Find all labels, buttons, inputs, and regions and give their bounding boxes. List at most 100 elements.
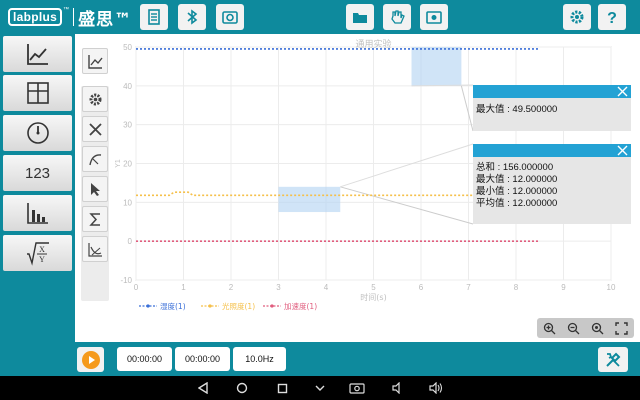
screenshot-icon <box>349 383 365 394</box>
home-icon <box>236 382 248 394</box>
chart-type-icon <box>87 54 103 69</box>
sum-icon <box>88 212 100 226</box>
sidebar-item-gauge[interactable] <box>3 115 72 151</box>
sum-button[interactable] <box>82 206 108 232</box>
selection-region <box>278 186 341 213</box>
back-button[interactable] <box>196 381 210 395</box>
pointer-icon <box>90 182 100 196</box>
start-time-field[interactable]: 00:00:00 <box>117 347 172 371</box>
y-tick-label: 20 <box>123 160 132 169</box>
zoom-out-icon <box>567 322 580 334</box>
y-tick-label: 10 <box>123 198 132 207</box>
max-value-text: 最大值 : 49.500000 <box>476 104 558 115</box>
curve-fit-icon <box>88 153 101 165</box>
chart-panel: 0 1 2 3 4 5 6 7 8 9 10 -10 0 10 20 30 40 50 通用实验 时间(s) Y1 湿度(… <box>75 34 640 342</box>
home-button[interactable] <box>235 381 249 395</box>
sidebar-item-line-chart[interactable] <box>3 36 72 72</box>
help-icon: ? <box>607 10 617 26</box>
tangent-button[interactable] <box>82 236 108 262</box>
hand-icon <box>391 10 405 24</box>
popup-header <box>473 144 631 157</box>
zoom-in-button[interactable] <box>543 322 556 335</box>
open-file-button[interactable] <box>346 4 374 30</box>
logo-text: labplus <box>8 8 63 26</box>
stat-min: 最小值 : 12.000000 <box>476 186 558 197</box>
notes-button[interactable] <box>140 4 168 30</box>
sidebar-item-bar-chart[interactable] <box>3 195 72 231</box>
photo-button[interactable] <box>420 4 448 30</box>
volume-up-button[interactable] <box>429 381 443 395</box>
settings-button[interactable] <box>563 4 591 30</box>
bar-chart-icon <box>26 203 48 224</box>
settings-icon <box>89 93 101 105</box>
sidebar-item-table[interactable] <box>3 75 72 111</box>
x-tick-label: 2 <box>229 283 234 292</box>
help-button[interactable]: ? <box>598 4 626 30</box>
x-tick-label: 9 <box>561 283 566 292</box>
menu-icon <box>315 385 325 391</box>
y-tick-label: 30 <box>123 121 132 130</box>
tools-icon <box>606 352 621 367</box>
formula-icon: XY <box>26 242 49 266</box>
sample-rate-field[interactable]: 10.0Hz <box>233 347 286 371</box>
screenshot-button[interactable] <box>348 381 366 395</box>
logo-tm: ™ <box>63 7 70 13</box>
back-icon <box>198 382 208 394</box>
x-tick-label: 3 <box>276 283 281 292</box>
volume-down-button[interactable] <box>391 381 405 395</box>
bluetooth-button[interactable] <box>178 4 206 30</box>
stat-max: 最大值 : 12.000000 <box>476 174 558 185</box>
volume-down-icon <box>392 382 400 394</box>
fullscreen-button[interactable] <box>615 321 629 335</box>
pointer-button[interactable] <box>82 176 108 202</box>
x-tick-label: 10 <box>607 283 616 292</box>
fullscreen-icon <box>615 321 629 335</box>
x-tick-label: 5 <box>371 283 376 292</box>
x-tick-label: 0 <box>134 283 139 292</box>
menu-button[interactable] <box>313 381 327 395</box>
camera-button[interactable] <box>216 4 244 30</box>
selection-region <box>411 47 462 86</box>
svg-text:Y: Y <box>39 255 45 264</box>
x-tick-label: 1 <box>181 283 186 292</box>
zoom-toolbar <box>537 318 634 338</box>
clear-button[interactable] <box>82 116 108 142</box>
x-tick-label: 8 <box>514 283 519 292</box>
bluetooth-icon <box>187 9 198 25</box>
camera-icon <box>222 11 238 24</box>
top-toolbar: labplus ™ 盛思™ ? <box>0 0 640 34</box>
logo-divider <box>73 8 75 26</box>
system-nav-bar <box>0 376 640 400</box>
folder-icon <box>353 13 367 23</box>
gauge-icon <box>26 122 49 144</box>
zoom-in-icon <box>543 322 556 334</box>
sidebar-item-formula[interactable]: XY <box>3 235 72 271</box>
hand-tool-button[interactable] <box>383 4 411 30</box>
table-icon <box>26 82 49 104</box>
sidebar-item-numeric[interactable]: 123 <box>3 155 72 191</box>
app-logo: labplus ™ 盛思™ <box>8 7 132 30</box>
chart-type-button[interactable] <box>82 48 108 74</box>
stat-sum: 总和 : 156.000000 <box>476 162 554 173</box>
close-icon[interactable] <box>616 85 629 98</box>
record-control-bar: 00:00:00 00:00:00 10.0Hz <box>0 342 640 376</box>
max-value-popup: 最大值 : 49.500000 <box>473 85 631 131</box>
legend-marker <box>270 304 274 308</box>
curve-fit-button[interactable] <box>82 146 108 172</box>
zoom-reset-button[interactable] <box>591 322 604 335</box>
close-icon[interactable] <box>616 144 629 157</box>
numeric-label: 123 <box>24 164 51 182</box>
play-button[interactable] <box>77 347 104 372</box>
gear-icon <box>570 10 584 24</box>
clear-icon <box>88 122 102 136</box>
x-tick-label: 6 <box>419 283 424 292</box>
recents-button[interactable] <box>275 381 289 395</box>
play-icon <box>81 350 100 369</box>
x-tick-label: 4 <box>324 283 329 292</box>
popup-header <box>473 85 631 98</box>
zoom-out-button[interactable] <box>567 322 580 335</box>
chart-settings-button[interactable] <box>82 86 108 112</box>
end-time-field[interactable]: 00:00:00 <box>175 347 230 371</box>
tools-button[interactable] <box>598 347 628 372</box>
stat-avg: 平均值 : 12.000000 <box>476 198 558 209</box>
